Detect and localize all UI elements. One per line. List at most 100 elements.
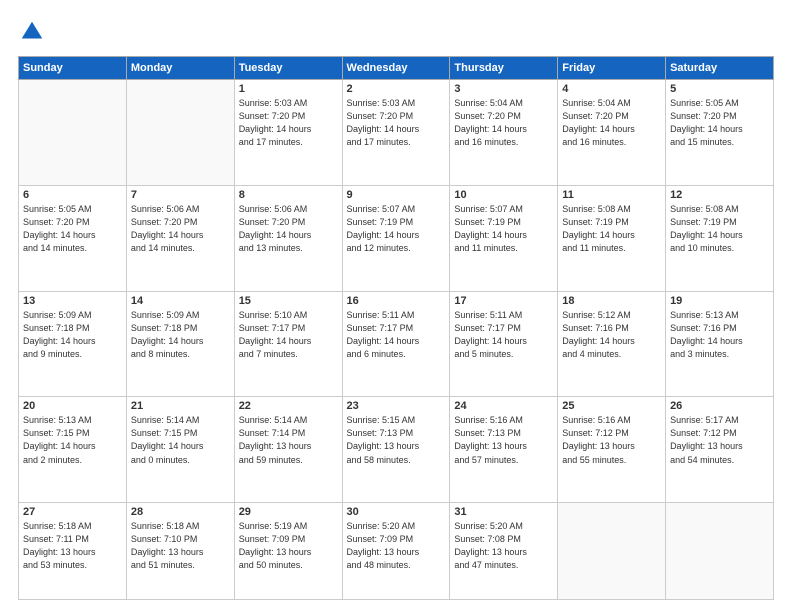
day-number: 26	[670, 400, 769, 412]
day-number: 11	[562, 189, 661, 201]
day-info: Sunrise: 5:14 AMSunset: 7:14 PMDaylight:…	[239, 414, 338, 466]
day-info: Sunrise: 5:20 AMSunset: 7:09 PMDaylight:…	[347, 520, 446, 572]
calendar-week-5: 27Sunrise: 5:18 AMSunset: 7:11 PMDayligh…	[19, 503, 774, 600]
calendar-cell: 11Sunrise: 5:08 AMSunset: 7:19 PMDayligh…	[558, 185, 666, 291]
day-info: Sunrise: 5:03 AMSunset: 7:20 PMDaylight:…	[347, 97, 446, 149]
calendar-cell: 21 Sunrise: 5:14 AMSunset: 7:15 PMDayligh…	[126, 397, 234, 503]
day-number: 20	[23, 400, 122, 412]
day-info: Sunrise: 5:08 AMSunset: 7:19 PMDaylight:…	[670, 203, 769, 255]
day-info: Sunrise: 5:06 AMSunset: 7:20 PMDaylight:…	[131, 203, 230, 255]
day-number: 15	[239, 295, 338, 307]
calendar-week-3: 13 Sunrise: 5:09 AMSunset: 7:18 PMDayligh…	[19, 291, 774, 397]
calendar-cell: 10 Sunrise: 5:07 AMSunset: 7:19 PMDayligh…	[450, 185, 558, 291]
calendar-cell: 17 Sunrise: 5:11 AMSunset: 7:17 PMDayligh…	[450, 291, 558, 397]
calendar-cell: 18Sunrise: 5:12 AMSunset: 7:16 PMDayligh…	[558, 291, 666, 397]
calendar-table: SundayMondayTuesdayWednesdayThursdayFrid…	[18, 56, 774, 600]
day-number: 28	[131, 506, 230, 518]
day-number: 13	[23, 295, 122, 307]
day-info: Sunrise: 5:18 AMSunset: 7:10 PMDaylight:…	[131, 520, 230, 572]
calendar-week-4: 20 Sunrise: 5:13 AMSunset: 7:15 PMDayligh…	[19, 397, 774, 503]
calendar-cell: 9 Sunrise: 5:07 AMSunset: 7:19 PMDaylight…	[342, 185, 450, 291]
calendar-cell: 3 Sunrise: 5:04 AMSunset: 7:20 PMDaylight…	[450, 80, 558, 186]
day-number: 16	[347, 295, 446, 307]
day-info: Sunrise: 5:14 AMSunset: 7:15 PMDaylight:…	[131, 414, 230, 466]
day-number: 1	[239, 83, 338, 95]
day-number: 5	[670, 83, 769, 95]
calendar-cell: 22 Sunrise: 5:14 AMSunset: 7:14 PMDayligh…	[234, 397, 342, 503]
day-number: 19	[670, 295, 769, 307]
calendar-cell: 5 Sunrise: 5:05 AMSunset: 7:20 PMDaylight…	[666, 80, 774, 186]
day-number: 24	[454, 400, 553, 412]
day-number: 21	[131, 400, 230, 412]
calendar-cell: 27Sunrise: 5:18 AMSunset: 7:11 PMDayligh…	[19, 503, 127, 600]
day-number: 7	[131, 189, 230, 201]
calendar-cell: 28 Sunrise: 5:18 AMSunset: 7:10 PMDayligh…	[126, 503, 234, 600]
calendar-cell: 20 Sunrise: 5:13 AMSunset: 7:15 PMDayligh…	[19, 397, 127, 503]
calendar-cell: 6 Sunrise: 5:05 AMSunset: 7:20 PMDaylight…	[19, 185, 127, 291]
weekday-header-monday: Monday	[126, 57, 234, 80]
day-info: Sunrise: 5:05 AMSunset: 7:20 PMDaylight:…	[670, 97, 769, 149]
day-number: 25	[562, 400, 661, 412]
day-number: 29	[239, 506, 338, 518]
day-number: 30	[347, 506, 446, 518]
calendar-cell: 31Sunrise: 5:20 AMSunset: 7:08 PMDayligh…	[450, 503, 558, 600]
day-number: 23	[347, 400, 446, 412]
day-info: Sunrise: 5:04 AMSunset: 7:20 PMDaylight:…	[562, 97, 661, 149]
day-info: Sunrise: 5:10 AMSunset: 7:17 PMDaylight:…	[239, 309, 338, 361]
logo	[18, 18, 50, 46]
weekday-header-tuesday: Tuesday	[234, 57, 342, 80]
calendar-cell: 8Sunrise: 5:06 AMSunset: 7:20 PMDaylight…	[234, 185, 342, 291]
day-number: 22	[239, 400, 338, 412]
day-info: Sunrise: 5:06 AMSunset: 7:20 PMDaylight:…	[239, 203, 338, 255]
day-info: Sunrise: 5:05 AMSunset: 7:20 PMDaylight:…	[23, 203, 122, 255]
calendar-cell: 15 Sunrise: 5:10 AMSunset: 7:17 PMDayligh…	[234, 291, 342, 397]
day-info: Sunrise: 5:19 AMSunset: 7:09 PMDaylight:…	[239, 520, 338, 572]
calendar-cell: 12 Sunrise: 5:08 AMSunset: 7:19 PMDayligh…	[666, 185, 774, 291]
day-number: 17	[454, 295, 553, 307]
day-number: 10	[454, 189, 553, 201]
day-info: Sunrise: 5:04 AMSunset: 7:20 PMDaylight:…	[454, 97, 553, 149]
header	[18, 18, 774, 46]
weekday-header-sunday: Sunday	[19, 57, 127, 80]
calendar-cell	[126, 80, 234, 186]
calendar-cell	[19, 80, 127, 186]
calendar-cell: 1Sunrise: 5:03 AMSunset: 7:20 PMDaylight…	[234, 80, 342, 186]
day-number: 6	[23, 189, 122, 201]
day-number: 2	[347, 83, 446, 95]
calendar-cell: 24 Sunrise: 5:16 AMSunset: 7:13 PMDayligh…	[450, 397, 558, 503]
calendar-cell: 14 Sunrise: 5:09 AMSunset: 7:18 PMDayligh…	[126, 291, 234, 397]
day-info: Sunrise: 5:13 AMSunset: 7:16 PMDaylight:…	[670, 309, 769, 361]
day-info: Sunrise: 5:17 AMSunset: 7:12 PMDaylight:…	[670, 414, 769, 466]
page: SundayMondayTuesdayWednesdayThursdayFrid…	[0, 0, 792, 612]
day-number: 3	[454, 83, 553, 95]
weekday-header-friday: Friday	[558, 57, 666, 80]
weekday-header-saturday: Saturday	[666, 57, 774, 80]
day-info: Sunrise: 5:12 AMSunset: 7:16 PMDaylight:…	[562, 309, 661, 361]
day-info: Sunrise: 5:07 AMSunset: 7:19 PMDaylight:…	[454, 203, 553, 255]
calendar-cell: 16 Sunrise: 5:11 AMSunset: 7:17 PMDayligh…	[342, 291, 450, 397]
calendar-cell: 7 Sunrise: 5:06 AMSunset: 7:20 PMDaylight…	[126, 185, 234, 291]
calendar-cell: 26 Sunrise: 5:17 AMSunset: 7:12 PMDayligh…	[666, 397, 774, 503]
weekday-header-thursday: Thursday	[450, 57, 558, 80]
day-info: Sunrise: 5:15 AMSunset: 7:13 PMDaylight:…	[347, 414, 446, 466]
day-info: Sunrise: 5:11 AMSunset: 7:17 PMDaylight:…	[454, 309, 553, 361]
calendar-cell: 30 Sunrise: 5:20 AMSunset: 7:09 PMDayligh…	[342, 503, 450, 600]
calendar-cell: 4Sunrise: 5:04 AMSunset: 7:20 PMDaylight…	[558, 80, 666, 186]
calendar-cell: 13 Sunrise: 5:09 AMSunset: 7:18 PMDayligh…	[19, 291, 127, 397]
day-number: 12	[670, 189, 769, 201]
day-info: Sunrise: 5:07 AMSunset: 7:19 PMDaylight:…	[347, 203, 446, 255]
day-info: Sunrise: 5:11 AMSunset: 7:17 PMDaylight:…	[347, 309, 446, 361]
day-number: 27	[23, 506, 122, 518]
logo-icon	[18, 18, 46, 46]
day-number: 14	[131, 295, 230, 307]
day-info: Sunrise: 5:16 AMSunset: 7:12 PMDaylight:…	[562, 414, 661, 466]
day-info: Sunrise: 5:16 AMSunset: 7:13 PMDaylight:…	[454, 414, 553, 466]
calendar-cell	[666, 503, 774, 600]
day-info: Sunrise: 5:09 AMSunset: 7:18 PMDaylight:…	[131, 309, 230, 361]
weekday-header-row: SundayMondayTuesdayWednesdayThursdayFrid…	[19, 57, 774, 80]
day-info: Sunrise: 5:13 AMSunset: 7:15 PMDaylight:…	[23, 414, 122, 466]
day-info: Sunrise: 5:09 AMSunset: 7:18 PMDaylight:…	[23, 309, 122, 361]
day-number: 9	[347, 189, 446, 201]
weekday-header-wednesday: Wednesday	[342, 57, 450, 80]
calendar-cell	[558, 503, 666, 600]
